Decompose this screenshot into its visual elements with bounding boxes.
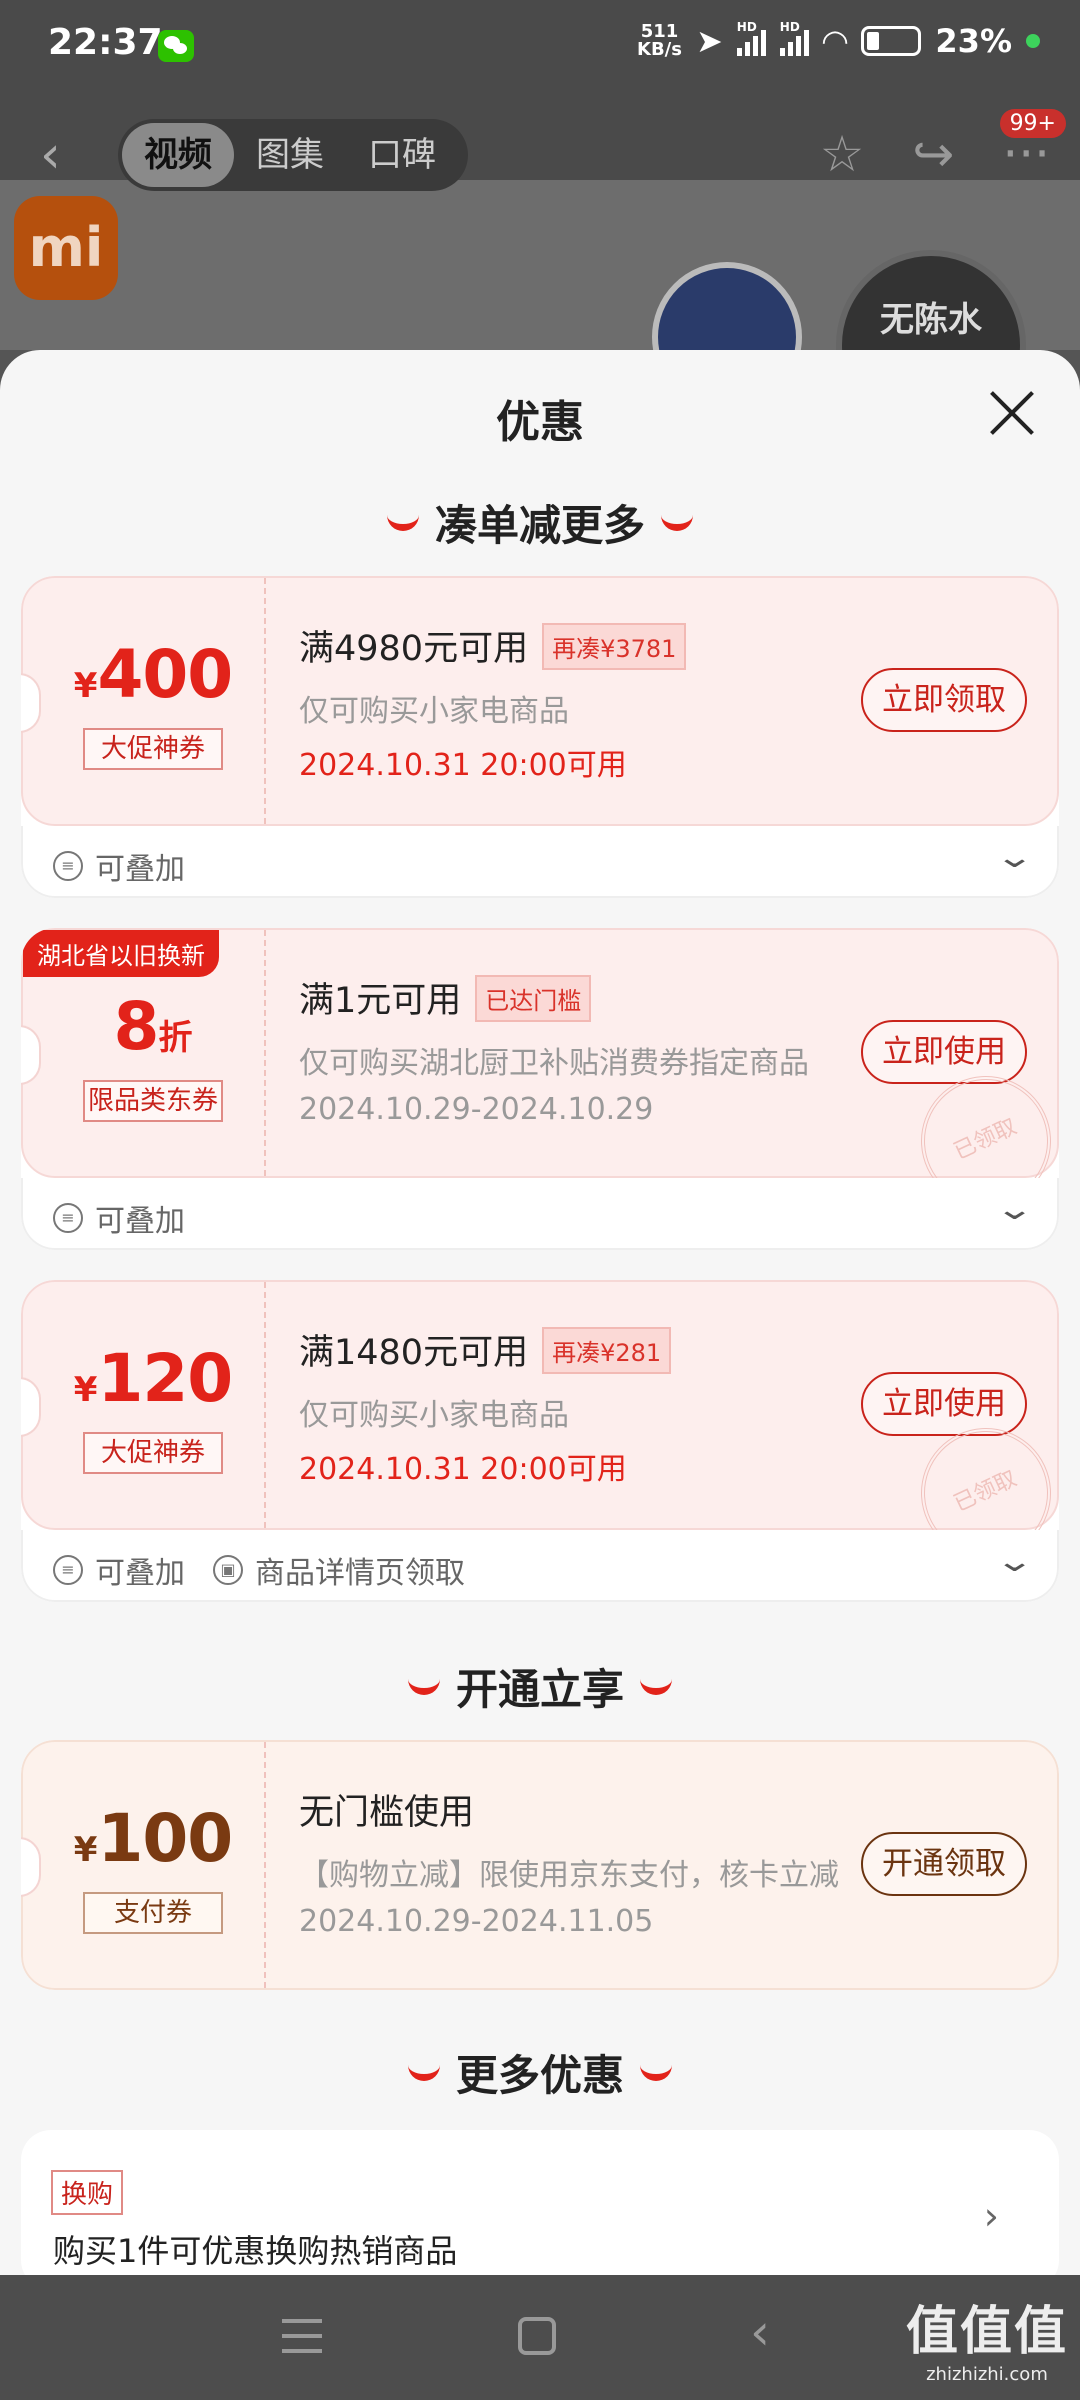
coupon-type-tag: 限品类东券	[83, 1080, 223, 1122]
ticket-icon: ▣	[213, 1555, 243, 1585]
coupon-date: 2024.10.29-2024.11.05	[299, 1904, 654, 1939]
smile-icon	[386, 515, 419, 531]
coupon-amount: ¥100	[73, 1800, 233, 1877]
chevron-right-icon: ›	[983, 2194, 999, 2238]
back-icon[interactable]: ‹	[750, 2303, 770, 2361]
coupon-type-tag: 大促神券	[83, 1432, 223, 1474]
smile-icon	[407, 1679, 440, 1695]
home-icon[interactable]	[518, 2317, 556, 2355]
section-header: 开通立享	[0, 1656, 1080, 1717]
stack-icon: ≡	[53, 1555, 83, 1585]
coupon-title: 满1480元可用 再凑¥281	[299, 1324, 672, 1378]
coupon-type-tag: 支付券	[83, 1892, 223, 1934]
stackable-label: 可叠加	[95, 1556, 185, 1591]
watermark: 值值值 zhizhizhi.com	[905, 2302, 1068, 2385]
coupon-desc: 仅可购买小家电商品	[299, 694, 569, 729]
coupon-footer[interactable]: ≡ 可叠加 ⌄	[21, 826, 1059, 898]
chevron-down-icon[interactable]: ⌄	[994, 840, 1034, 875]
battery-icon	[861, 26, 922, 56]
section-header: 更多优惠	[0, 2042, 1080, 2103]
stackable-label: 可叠加	[95, 1204, 185, 1239]
tab-reviews[interactable]: 口碑	[346, 123, 458, 187]
coupon-desc: 【购物立减】限使用京东支付，核卡立减	[299, 1858, 839, 1893]
trade-in-tag: 湖北省以旧换新	[23, 930, 219, 977]
menu-icon[interactable]	[282, 2319, 322, 2353]
coupon-desc: 仅可购买湖北厨卫补贴消费券指定商品	[299, 1046, 809, 1081]
stack-icon: ≡	[53, 851, 83, 881]
stackable-label: 可叠加	[95, 852, 185, 887]
tab-gallery[interactable]: 图集	[234, 123, 346, 187]
coupon-title: 无门槛使用	[299, 1793, 475, 1833]
message-badge: 99+	[999, 109, 1066, 138]
coupon-amount: ¥400	[73, 636, 233, 713]
status-time: 22:37	[48, 22, 163, 63]
coupon-body: ¥100 支付券 无门槛使用 【购物立减】限使用京东支付，核卡立减 2024.1…	[21, 1740, 1059, 1990]
indicator-dot	[1026, 34, 1040, 48]
more-offer-text: 购买1件可优惠换购热销商品	[53, 2232, 458, 2270]
smile-icon	[640, 2065, 672, 2081]
chevron-down-icon[interactable]: ⌄	[994, 1544, 1034, 1579]
share-icon[interactable]: ↪	[912, 125, 954, 183]
coupon-body: ¥120 大促神券 满1480元可用 再凑¥281 仅可购买小家电商品 2024.…	[21, 1280, 1059, 1580]
coupon-amount: ¥120	[73, 1340, 233, 1417]
back-button[interactable]: ‹	[40, 125, 90, 185]
activate-button[interactable]: 开通领取	[861, 1832, 1027, 1896]
signal-icon-2: HD	[779, 20, 809, 56]
coupon-amount: 8折	[113, 988, 193, 1065]
mi-logo: mi	[14, 196, 118, 300]
section-header: 凑单减更多	[0, 492, 1080, 553]
use-button[interactable]: 立即使用	[861, 1020, 1027, 1084]
discount-sheet: 优惠 凑单减更多 ¥400 大促神券 满4980元可用 再凑¥3781 仅可购买小…	[0, 350, 1080, 2275]
location-icon: ➤	[695, 22, 723, 60]
system-nav-bar: ‹ 值值值 zhizhizhi.com	[0, 2275, 1080, 2400]
coupon-date: 2024.10.31 20:00可用	[299, 1452, 627, 1487]
coupon-pill: 再凑¥3781	[542, 622, 687, 670]
coupon-title: 满4980元可用 再凑¥3781	[299, 620, 687, 674]
more-offer-card[interactable]: 换购 购买1件可优惠换购热销商品 ›	[21, 2130, 1059, 2275]
smile-icon	[407, 2065, 440, 2081]
claim-button[interactable]: 立即领取	[861, 668, 1027, 732]
media-tabs: 视频 图集 口碑	[118, 119, 468, 191]
swap-tag: 换购	[51, 2170, 124, 2215]
battery-percent: 23%	[935, 22, 1012, 60]
coupon-date: 2024.10.29-2024.10.29	[299, 1092, 654, 1127]
detail-page-label: 商品详情页领取	[255, 1556, 465, 1591]
coupon-card: ¥400 大促神券 满4980元可用 再凑¥3781 仅可购买小家电商品 2024…	[21, 576, 1059, 898]
chevron-down-icon[interactable]: ⌄	[994, 1192, 1034, 1227]
star-icon[interactable]: ☆	[820, 125, 865, 183]
coupon-footer[interactable]: ≡ 可叠加 ⌄	[21, 1178, 1059, 1250]
coupon-card: ¥120 大促神券 满1480元可用 再凑¥281 仅可购买小家电商品 2024.…	[21, 1280, 1059, 1602]
coupon-footer[interactable]: ≡ 可叠加 ▣ 商品详情页领取 ⌄	[21, 1530, 1059, 1602]
smile-icon	[661, 515, 693, 531]
coupon-pill: 再凑¥281	[542, 1326, 672, 1374]
wifi-icon: ◠	[822, 22, 848, 60]
coupon-body: ¥400 大促神券 满4980元可用 再凑¥3781 仅可购买小家电商品 2024…	[21, 576, 1059, 826]
coupon-card: ¥100 支付券 无门槛使用 【购物立减】限使用京东支付，核卡立减 2024.1…	[21, 1740, 1059, 1990]
wechat-icon	[158, 30, 194, 62]
coupon-type-tag: 大促神券	[83, 728, 223, 770]
tab-video[interactable]: 视频	[122, 123, 234, 187]
coupon-pill: 已达门槛	[475, 974, 592, 1022]
coupon-date: 2024.10.31 20:00可用	[299, 748, 627, 783]
signal-icon: HD	[736, 20, 766, 56]
background-app: 22:37 511 KB/s ➤ HD HD ◠ 23% mi 无陈水 ‹ 视频…	[0, 0, 1080, 350]
top-nav: ‹ 视频 图集 口碑 ☆ ↪ ··· 99+	[0, 109, 1080, 195]
coupon-desc: 仅可购买小家电商品	[299, 1398, 569, 1433]
coupon-body: 湖北省以旧换新 8折 限品类东券 满1元可用 已达门槛 仅可购买湖北厨卫补贴消费券…	[21, 928, 1059, 1228]
status-bar: 22:37 511 KB/s ➤ HD HD ◠ 23%	[0, 0, 1080, 90]
close-button[interactable]	[988, 388, 1038, 438]
smile-icon	[640, 1679, 672, 1695]
sheet-title: 优惠	[496, 397, 584, 448]
net-speed: 511 KB/s	[637, 21, 682, 60]
use-button[interactable]: 立即使用	[861, 1372, 1027, 1436]
coupon-card: 湖北省以旧换新 8折 限品类东券 满1元可用 已达门槛 仅可购买湖北厨卫补贴消费券…	[21, 928, 1059, 1250]
coupon-title: 满1元可用 已达门槛	[299, 972, 592, 1026]
stack-icon: ≡	[53, 1203, 83, 1233]
status-icons: 511 KB/s ➤ HD HD ◠ 23%	[637, 20, 1040, 60]
